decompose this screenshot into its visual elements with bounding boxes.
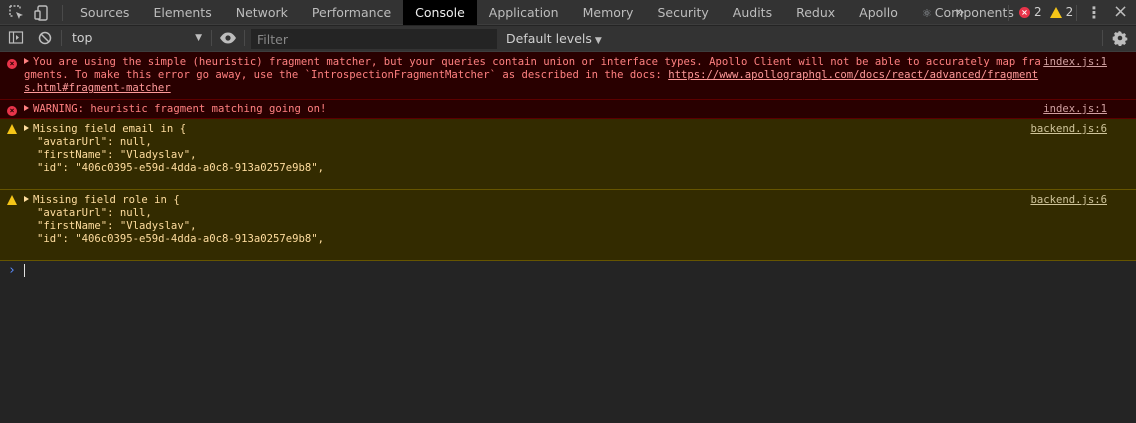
toolbar-divider — [1076, 5, 1077, 21]
console-message-warning[interactable]: Missing field email in { "avatarUrl": nu… — [0, 119, 1136, 190]
log-levels-dropdown[interactable]: Default levels ▼ — [506, 29, 602, 49]
object-line: "avatarUrl": null, — [37, 207, 152, 219]
console-message-warning[interactable]: Missing field role in { "avatarUrl": nul… — [0, 190, 1136, 261]
react-icon: ⚛ — [921, 7, 932, 20]
filter-input[interactable] — [251, 29, 497, 49]
console-message-error[interactable]: × WARNING: heuristic fragment matching g… — [0, 100, 1136, 119]
message-content: Missing field role in { — [33, 194, 180, 206]
inspect-element-icon[interactable] — [8, 4, 26, 22]
tab-performance[interactable]: Performance — [300, 0, 403, 25]
error-icon: × — [7, 104, 17, 117]
error-count: 2 — [1034, 5, 1042, 19]
message-text: You are using the simple (heuristic) fra… — [24, 56, 1106, 95]
message-text: WARNING: heuristic fragment matching goi… — [24, 103, 1106, 116]
tab-sources[interactable]: Sources — [68, 0, 141, 25]
toolbar-divider — [244, 30, 245, 46]
expand-arrow-icon[interactable] — [24, 125, 29, 131]
panel-tabs: Sources Elements Network Performance Console… — [68, 0, 1026, 25]
warning-count-icon — [1049, 6, 1062, 18]
tab-console[interactable]: Console — [403, 0, 477, 25]
tab-label: Performance — [311, 5, 392, 20]
error-count-icon: × — [1019, 6, 1030, 18]
tab-elements[interactable]: Elements — [141, 0, 223, 25]
more-options-icon[interactable]: ⋮ — [1086, 3, 1102, 22]
log-levels-label: Default levels — [506, 31, 592, 46]
tab-memory[interactable]: Memory — [571, 0, 646, 25]
tab-application[interactable]: Application — [477, 0, 571, 25]
tab-label: Apollo — [859, 5, 898, 20]
tab-label: Sources — [80, 5, 130, 20]
console-messages: × You are using the simple (heuristic) f… — [0, 52, 1136, 281]
device-toolbar-icon[interactable] — [34, 4, 52, 22]
context-selector[interactable]: top ▼ — [66, 28, 206, 48]
gear-icon[interactable] — [1112, 30, 1128, 49]
warning-count: 2 — [1065, 5, 1074, 19]
chevron-down-icon: ▼ — [594, 36, 602, 46]
chevron-down-icon: ▼ — [195, 33, 202, 43]
tab-security[interactable]: Security — [645, 0, 720, 25]
tab-redux[interactable]: Redux — [784, 0, 847, 25]
object-line: "id": "406c0395-e59d-4dda-a0c8-913a0257e… — [37, 233, 325, 245]
console-prompt[interactable]: › — [0, 261, 1136, 281]
more-tabs-icon[interactable]: » — [955, 2, 965, 21]
tab-label: Application — [488, 5, 559, 20]
tab-label: Audits — [732, 5, 773, 20]
console-message-error[interactable]: × You are using the simple (heuristic) f… — [0, 52, 1136, 100]
toolbar-divider — [1102, 30, 1103, 46]
tab-audits[interactable]: Audits — [721, 0, 784, 25]
tab-label: Components — [934, 5, 1014, 20]
tab-label: Memory — [582, 5, 634, 20]
live-expression-eye-icon[interactable] — [219, 31, 237, 48]
tab-label: Network — [235, 5, 288, 20]
warning-icon — [7, 195, 17, 209]
tab-apollo[interactable]: Apollo — [847, 0, 910, 25]
source-link[interactable]: index.js:1 — [1043, 103, 1107, 116]
object-line: "firstName": "Vladyslav", — [37, 149, 197, 161]
tab-label: Console — [415, 5, 465, 20]
source-link[interactable]: backend.js:6 — [1030, 194, 1107, 207]
context-label: top — [72, 30, 93, 45]
toolbar-divider — [61, 30, 62, 46]
warning-icon — [7, 124, 17, 138]
close-icon[interactable]: × — [1113, 1, 1128, 22]
toolbar-divider — [62, 5, 63, 21]
expand-arrow-icon[interactable] — [24, 196, 29, 202]
message-text: Missing field email in { — [24, 123, 1106, 136]
source-link[interactable]: index.js:1 — [1043, 56, 1107, 69]
devtools-tabbar: Sources Elements Network Performance Console… — [0, 0, 1136, 25]
prompt-chevron-icon: › — [8, 263, 16, 278]
object-line: "firstName": "Vladyslav", — [37, 220, 197, 232]
object-line: "avatarUrl": null, — [37, 136, 152, 148]
text-cursor — [24, 264, 25, 277]
toolbar-divider — [211, 30, 212, 46]
message-content: WARNING: heuristic fragment matching goi… — [33, 103, 327, 115]
issue-counters[interactable]: × 2 2 — [1019, 5, 1073, 19]
error-icon: × — [7, 57, 17, 70]
console-toolbar: top ▼ Default levels▼ — [0, 26, 1136, 52]
clear-console-icon[interactable] — [37, 30, 53, 49]
tab-label: Security — [657, 5, 709, 20]
expand-arrow-icon[interactable] — [24, 105, 29, 111]
source-link[interactable]: backend.js:6 — [1030, 123, 1107, 136]
sidebar-toggle-icon[interactable] — [8, 30, 24, 49]
message-text: Missing field role in { — [24, 194, 1106, 207]
expand-arrow-icon[interactable] — [24, 58, 29, 64]
message-content: Missing field email in { — [33, 123, 187, 135]
tab-label: Elements — [153, 5, 212, 20]
tab-network[interactable]: Network — [224, 0, 300, 25]
tab-label: Redux — [796, 5, 836, 20]
object-line: "id": "406c0395-e59d-4dda-a0c8-913a0257e… — [37, 162, 325, 174]
toolbar-divider — [1008, 5, 1009, 21]
